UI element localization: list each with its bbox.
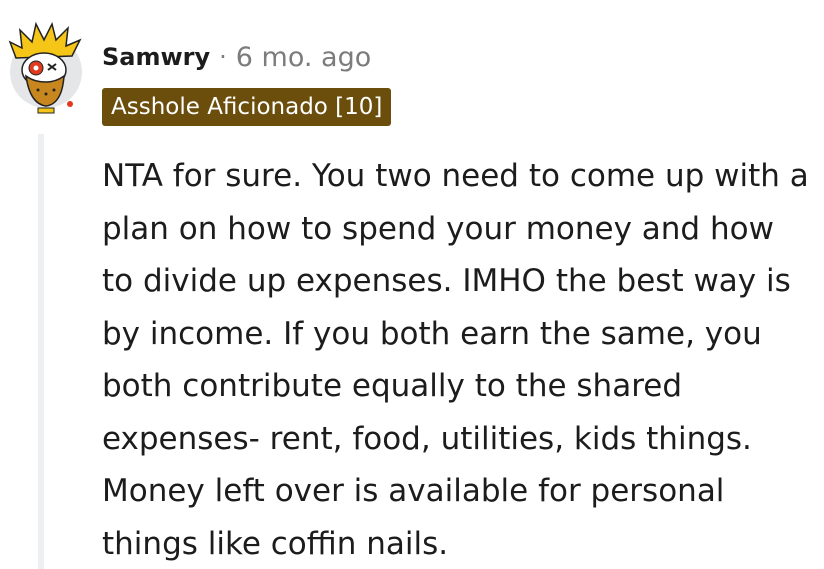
user-flair-badge: Asshole Aficionado [10] (102, 88, 392, 126)
snoo-avatar-icon (8, 21, 82, 114)
user-avatar[interactable] (8, 20, 84, 116)
comment-timestamp[interactable]: 6 mo. ago (236, 42, 371, 73)
comment-body: NTA for sure. You two need to come up wi… (102, 158, 809, 562)
meta-separator: · (219, 43, 227, 71)
thread-collapse-line[interactable] (38, 134, 44, 569)
comment-meta: Samwry · 6 mo. ago (102, 38, 371, 76)
author-username[interactable]: Samwry (102, 43, 210, 71)
